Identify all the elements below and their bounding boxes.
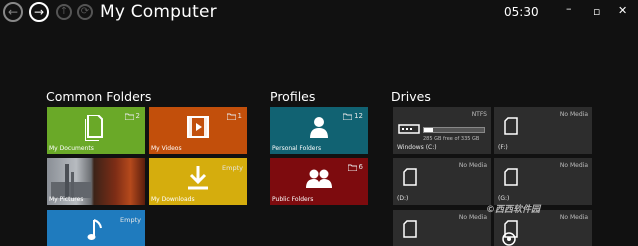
tile-label: My Documents xyxy=(49,145,94,152)
drive-label: Windows (C:) xyxy=(397,144,437,151)
optical-disc-icon xyxy=(502,232,516,246)
tile-my-videos[interactable]: 1 My Videos xyxy=(149,107,247,154)
people-icon xyxy=(306,169,332,188)
folder-icon xyxy=(343,113,353,120)
group-heading-profiles: Profiles xyxy=(270,89,316,104)
watermark: ©西西软件园 xyxy=(486,205,541,215)
drive-label: (G:) xyxy=(498,195,510,202)
minimize-button[interactable]: – xyxy=(566,2,572,15)
tile-label: Personal Folders xyxy=(272,145,322,152)
clock: 05:30 xyxy=(504,5,539,19)
drive-label: (D:) xyxy=(397,195,409,202)
drive-status: No Media xyxy=(559,111,588,118)
filesystem-label: NTFS xyxy=(471,111,487,118)
removable-drive-icon xyxy=(403,168,417,186)
tower-shape xyxy=(71,172,74,198)
tile-my-documents[interactable]: 2 My Documents xyxy=(47,107,145,154)
drive-free-space: 285 GB free of 335 GB xyxy=(423,136,480,142)
close-button[interactable]: ✕ xyxy=(618,4,627,17)
drive-tile-e[interactable]: No Media xyxy=(393,210,491,246)
folder-icon xyxy=(226,113,236,120)
page-title: My Computer xyxy=(100,2,217,22)
group-heading-common-folders: Common Folders xyxy=(46,89,152,104)
documents-icon xyxy=(85,115,103,141)
drive-status: No Media xyxy=(559,214,588,221)
folder-icon xyxy=(124,113,134,120)
group-heading-drives: Drives xyxy=(391,89,431,104)
folder-count: 2 xyxy=(124,112,140,120)
music-note-icon xyxy=(87,219,102,240)
drive-status: No Media xyxy=(458,214,487,221)
folder-count: 1 xyxy=(226,112,242,120)
tile-label: My Downloads xyxy=(151,196,195,203)
tile-label: Public Folders xyxy=(272,196,314,203)
refresh-icon: ⟳ xyxy=(80,6,90,17)
tower-shape xyxy=(65,164,69,198)
tile-label: My Pictures xyxy=(49,196,84,203)
folder-icon xyxy=(347,164,357,171)
tile-my-downloads[interactable]: Empty My Downloads xyxy=(149,158,247,205)
folder-count: 6 xyxy=(347,163,363,171)
removable-drive-icon xyxy=(504,168,518,186)
back-button[interactable]: ← xyxy=(3,2,23,22)
empty-status: Empty xyxy=(222,164,243,172)
tile-label: My Videos xyxy=(151,145,182,152)
removable-drive-icon xyxy=(403,220,417,238)
forward-button[interactable]: → xyxy=(29,2,49,22)
tile-personal-folders[interactable]: 12 Personal Folders xyxy=(270,107,368,154)
up-button[interactable]: ↑ xyxy=(56,4,72,20)
empty-status: Empty xyxy=(120,216,141,224)
person-icon xyxy=(310,117,328,138)
refresh-button[interactable]: ⟳ xyxy=(77,4,93,20)
film-icon xyxy=(187,116,209,138)
folder-count: 12 xyxy=(343,112,363,120)
maximize-button[interactable]: ▫ xyxy=(593,5,600,18)
removable-drive-icon xyxy=(504,117,518,135)
drive-tile-c[interactable]: NTFS 285 GB free of 335 GB Windows (C:) xyxy=(393,107,491,154)
tile-my-pictures[interactable]: My Pictures xyxy=(47,158,145,205)
drive-tile-h[interactable]: No Media xyxy=(494,210,592,246)
drive-tile-g[interactable]: No Media (G:) xyxy=(494,158,592,205)
download-icon xyxy=(188,166,208,190)
drive-status: No Media xyxy=(458,162,487,169)
drive-usage-bar xyxy=(423,127,485,133)
drive-label: (F:) xyxy=(498,144,508,151)
drive-usage-fill xyxy=(424,128,433,132)
tile-my-music[interactable]: Empty xyxy=(47,210,145,246)
tile-public-folders[interactable]: 6 Public Folders xyxy=(270,158,368,205)
drive-tile-f[interactable]: No Media (F:) xyxy=(494,107,592,154)
back-arrow-icon: ← xyxy=(7,5,19,19)
drive-tile-d[interactable]: No Media (D:) xyxy=(393,158,491,205)
forward-arrow-icon: → xyxy=(33,5,45,19)
title-bar: ← → ↑ ⟳ My Computer 05:30 – ▫ ✕ xyxy=(0,0,638,28)
hard-drive-icon xyxy=(398,124,420,134)
up-arrow-icon: ↑ xyxy=(59,6,69,17)
drive-status: No Media xyxy=(559,162,588,169)
